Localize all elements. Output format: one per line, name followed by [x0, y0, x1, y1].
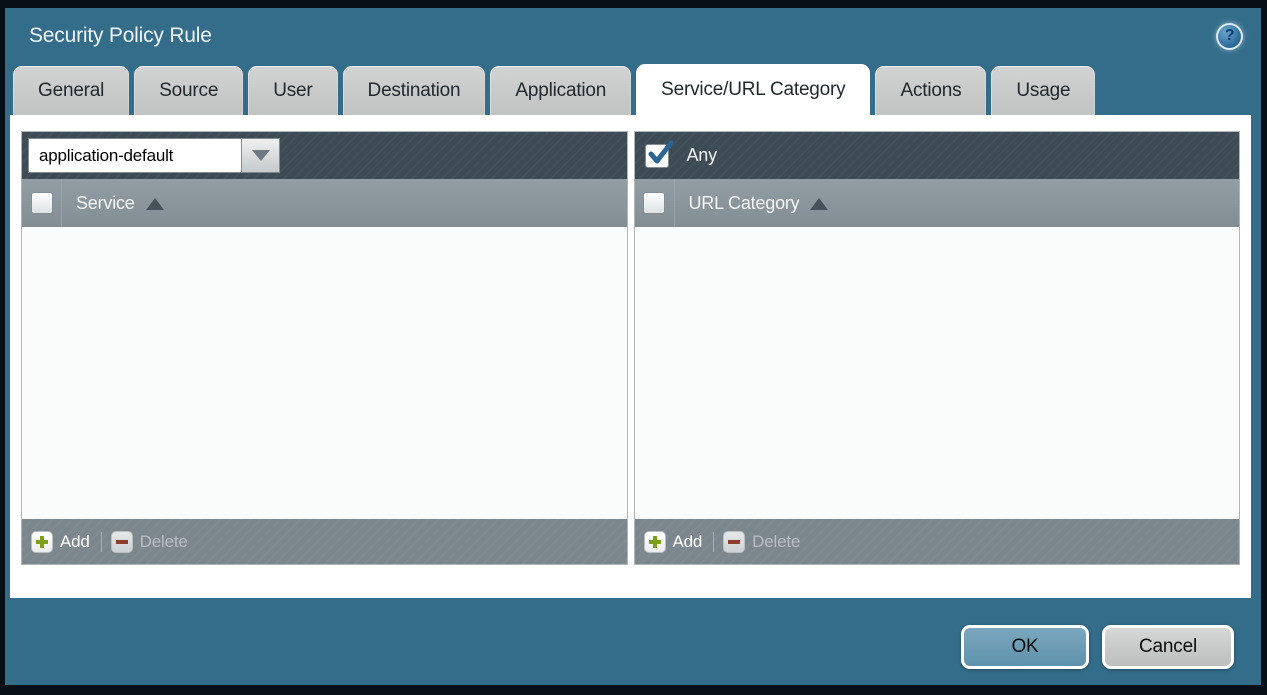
- url-category-any-checkbox[interactable]: [645, 144, 669, 168]
- url-category-add-button[interactable]: Add: [644, 531, 703, 553]
- help-icon[interactable]: ?: [1216, 23, 1243, 50]
- url-category-delete-button[interactable]: Delete: [723, 531, 800, 553]
- service-list-body: [22, 227, 627, 519]
- service-column-header[interactable]: Service: [76, 193, 164, 214]
- add-icon: [31, 531, 53, 553]
- tab-destination[interactable]: Destination: [343, 66, 486, 115]
- toolbar-separator: [101, 532, 102, 552]
- service-table-header[interactable]: Service: [22, 179, 627, 227]
- tab-general[interactable]: General: [13, 66, 129, 115]
- service-type-dropdown[interactable]: application-default: [28, 138, 280, 173]
- url-category-column-header-label: URL Category: [689, 193, 800, 214]
- add-icon: [644, 531, 666, 553]
- cancel-button[interactable]: Cancel: [1102, 625, 1234, 669]
- tab-service-url-category[interactable]: Service/URL Category: [636, 64, 870, 115]
- service-type-dropdown-button[interactable]: [242, 138, 280, 173]
- service-delete-label: Delete: [140, 532, 188, 552]
- url-category-panel-toolbar: Any: [635, 132, 1240, 179]
- titlebar: Security Policy Rule ?: [5, 8, 1261, 64]
- url-category-list-body: [635, 227, 1240, 519]
- service-delete-button[interactable]: Delete: [111, 531, 188, 553]
- url-category-any-label: Any: [687, 145, 717, 166]
- url-category-table-header[interactable]: URL Category: [635, 179, 1240, 227]
- service-select-all-checkbox[interactable]: [31, 192, 53, 214]
- delete-icon: [111, 531, 133, 553]
- service-type-dropdown-value[interactable]: application-default: [28, 138, 242, 173]
- tab-usage[interactable]: Usage: [991, 66, 1095, 115]
- url-category-delete-label: Delete: [752, 532, 800, 552]
- sort-ascending-icon: [810, 198, 828, 210]
- tab-actions[interactable]: Actions: [875, 66, 986, 115]
- dialog-outer-frame: Security Policy Rule ? GeneralSourceUser…: [0, 0, 1267, 695]
- service-add-button[interactable]: Add: [31, 531, 90, 553]
- dialog-title: Security Policy Rule: [29, 24, 212, 48]
- url-category-panel: Any URL Category: [634, 131, 1241, 565]
- service-header-check-cell: [22, 179, 62, 227]
- url-category-any-row: Any: [641, 144, 717, 168]
- chevron-down-icon: [252, 150, 270, 161]
- tab-user[interactable]: User: [248, 66, 337, 115]
- service-column-header-label: Service: [76, 193, 135, 214]
- url-category-add-label: Add: [673, 532, 703, 552]
- dialog-action-bar: OK Cancel: [5, 598, 1261, 685]
- url-category-header-check-cell: [635, 179, 675, 227]
- ok-button[interactable]: OK: [961, 625, 1089, 669]
- security-policy-rule-dialog: Security Policy Rule ? GeneralSourceUser…: [5, 8, 1261, 685]
- toolbar-separator: [713, 532, 714, 552]
- url-category-panel-footer: Add Delete: [635, 519, 1240, 564]
- tab-bar: GeneralSourceUserDestinationApplicationS…: [5, 64, 1261, 115]
- service-add-label: Add: [60, 532, 90, 552]
- delete-icon: [723, 531, 745, 553]
- service-panel: application-default: [21, 131, 628, 565]
- check-icon: [646, 139, 674, 167]
- service-panel-toolbar: application-default: [22, 132, 627, 179]
- tab-application[interactable]: Application: [490, 66, 631, 115]
- tab-source[interactable]: Source: [134, 66, 243, 115]
- service-panel-footer: Add Delete: [22, 519, 627, 564]
- url-category-select-all-checkbox[interactable]: [643, 192, 665, 214]
- sort-ascending-icon: [146, 198, 164, 210]
- url-category-column-header[interactable]: URL Category: [689, 193, 829, 214]
- tab-content-service-url-category: application-default: [10, 115, 1251, 598]
